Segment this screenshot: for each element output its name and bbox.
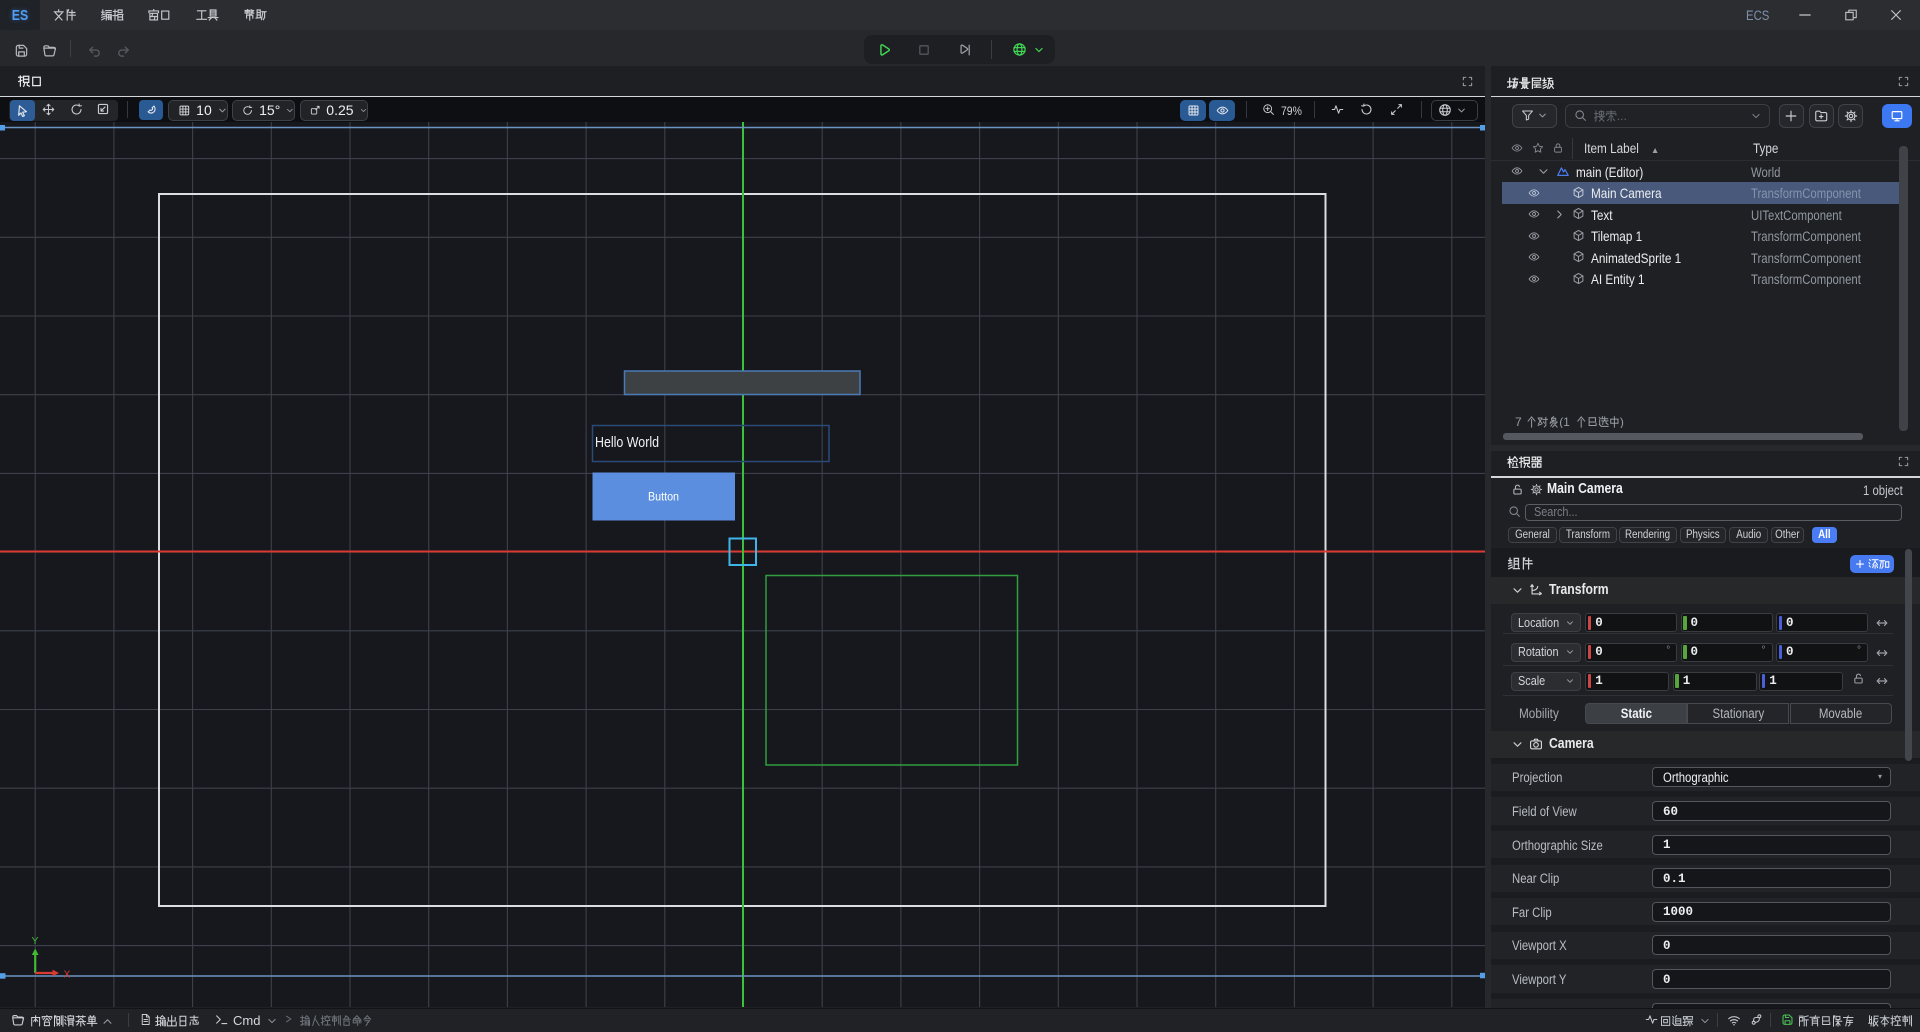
- svg-text:(1: (1: [1559, 416, 1570, 428]
- svg-text:...: ...: [1616, 110, 1626, 122]
- svg-text:X: X: [64, 969, 71, 981]
- svg-text:): ): [1620, 416, 1624, 428]
- svg-text:Y: Y: [32, 935, 39, 947]
- svg-text:Hello World: Hello World: [595, 434, 659, 451]
- svg-text:7: 7: [1515, 416, 1522, 428]
- svg-text:Button: Button: [648, 492, 679, 504]
